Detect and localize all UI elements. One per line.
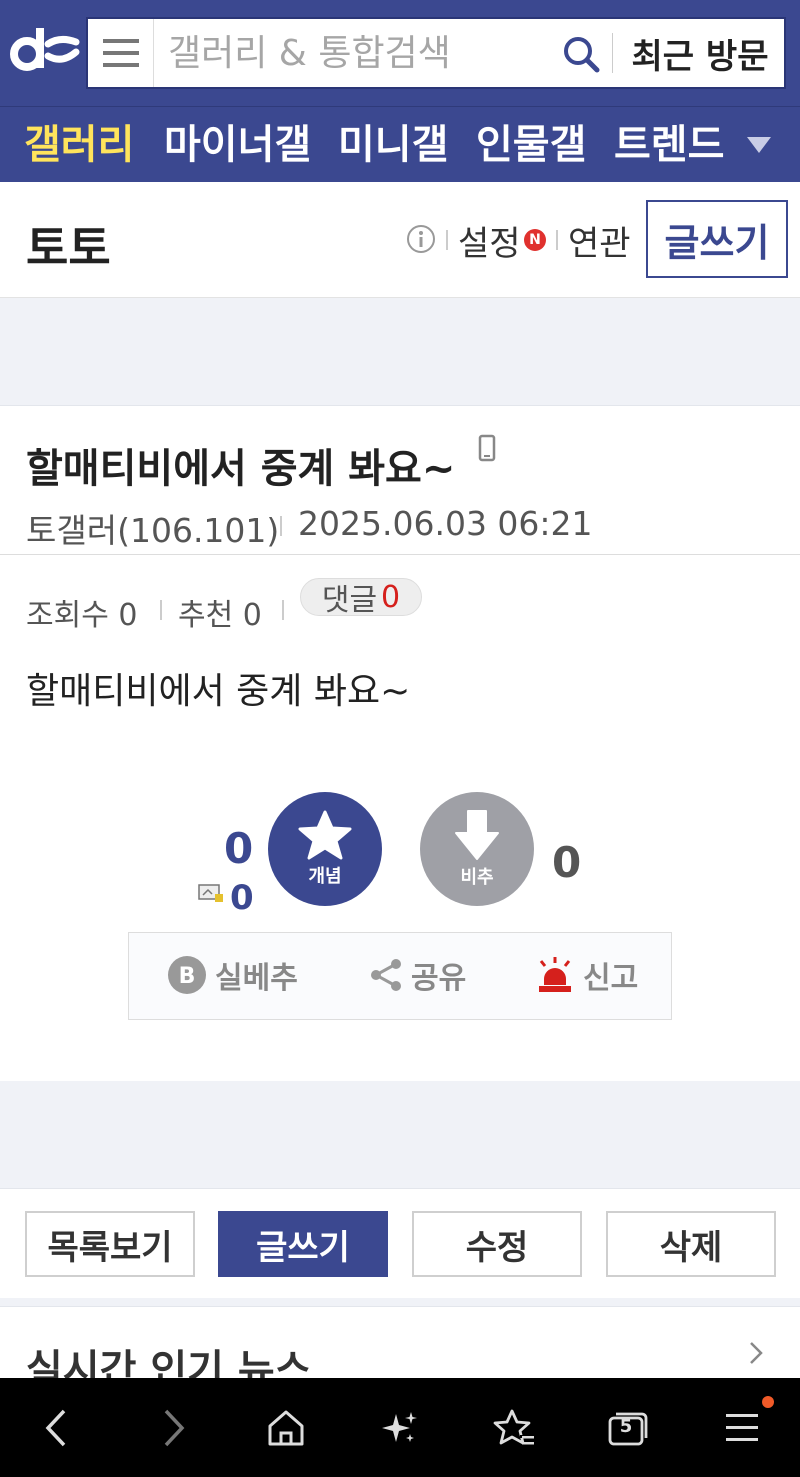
comment-count-button[interactable]: 댓글 0	[300, 578, 422, 618]
ad-spacer	[0, 298, 800, 405]
tabs-button[interactable]: 5	[600, 1404, 656, 1452]
ai-assistant-button[interactable]	[372, 1404, 428, 1452]
star-list-icon	[493, 1409, 534, 1445]
bookmarks-button[interactable]	[486, 1404, 542, 1452]
notification-dot	[762, 1396, 774, 1408]
divider	[446, 230, 448, 250]
browser-toolbar: 5	[0, 1378, 800, 1477]
post-actions: B 실베추 공유 신고	[128, 932, 672, 1020]
write-post-button[interactable]: 글쓰기	[646, 200, 788, 278]
nav-item-person-gallery[interactable]: 인물갤	[476, 117, 586, 173]
ad-spacer	[0, 1081, 800, 1188]
nav-item-gallery[interactable]: 갤러리	[24, 117, 134, 173]
fixed-nick-icon	[198, 883, 224, 907]
divider	[160, 600, 162, 620]
recommend-count: 추천 0	[178, 598, 262, 633]
star-icon	[298, 810, 352, 860]
home-button[interactable]	[258, 1404, 314, 1452]
divider	[282, 600, 284, 620]
share-button[interactable]: 공유	[369, 955, 467, 996]
hamburger-icon	[102, 39, 139, 67]
forward-button[interactable]	[146, 1404, 202, 1452]
report-label: 신고	[583, 961, 639, 996]
sparkle-icon	[382, 1412, 417, 1442]
post-title: 할매티비에서 중계 봐요~	[26, 446, 456, 492]
live-news-title: 실시간 인기 뉴스	[26, 1347, 312, 1378]
siren-icon	[535, 955, 575, 995]
post-view: 할매티비에서 중계 봐요~ 토갤러(106.101) 2025.06.03 06…	[0, 405, 800, 1081]
section-spacer	[0, 1298, 800, 1306]
nav-item-minor-gallery[interactable]: 마이너갤	[164, 117, 311, 173]
back-button[interactable]	[28, 1404, 84, 1452]
top-header: 최근 방문	[0, 0, 800, 106]
comment-label: 댓글	[321, 583, 378, 618]
comment-count: 0	[381, 579, 401, 615]
hamburger-icon	[726, 1414, 758, 1441]
downvote-count: 0	[552, 838, 582, 887]
chevron-right-icon[interactable]	[748, 1341, 764, 1369]
view-count: 조회수 0	[26, 598, 138, 633]
new-badge: N	[524, 229, 546, 251]
live-news-section[interactable]: 실시간 인기 뉴스	[0, 1306, 800, 1378]
upvote-button[interactable]: 개념	[268, 792, 382, 906]
best-recommend-button[interactable]: B 실베추	[167, 955, 298, 996]
nav-item-mini-gallery[interactable]: 미니갤	[338, 117, 448, 173]
b-circle-icon: B	[167, 955, 207, 995]
divider	[0, 554, 800, 555]
arrow-down-icon	[455, 810, 499, 860]
divider	[556, 230, 558, 250]
svg-text:B: B	[179, 964, 196, 989]
report-button[interactable]: 신고	[535, 955, 639, 996]
home-icon	[268, 1410, 304, 1446]
nav-more-button[interactable]	[744, 125, 774, 165]
post-author[interactable]: 토갤러(106.101)	[26, 504, 279, 552]
search-input[interactable]	[168, 19, 548, 87]
search-box: 최근 방문	[86, 17, 786, 89]
mobile-icon	[478, 434, 496, 466]
search-icon	[564, 37, 600, 73]
recent-visits-button[interactable]: 최근 방문	[614, 19, 786, 87]
divider	[280, 516, 282, 536]
edit-button[interactable]: 수정	[412, 1211, 582, 1277]
gallery-settings-link[interactable]: 설정	[458, 216, 521, 265]
divider	[612, 33, 613, 73]
post-bottom-actions: 목록보기 글쓰기 수정 삭제	[0, 1188, 800, 1298]
downvote-label: 비추	[460, 867, 494, 888]
post-body: 할매티비에서 중계 봐요~	[26, 671, 411, 712]
main-nav: 갤러리 마이너갤 미니갤 인물갤 트렌드	[0, 106, 800, 182]
browser-menu-button[interactable]	[714, 1404, 770, 1452]
chevron-right-icon	[164, 1409, 185, 1447]
upvote-count: 0	[224, 824, 254, 873]
gallery-header: 토토 설정 N 연관 글쓰기	[0, 182, 800, 298]
share-icon	[369, 957, 403, 993]
list-view-button[interactable]: 목록보기	[25, 1211, 195, 1277]
menu-button[interactable]	[88, 19, 154, 87]
nav-item-trend[interactable]: 트렌드	[614, 117, 724, 173]
upvote-label: 개념	[308, 866, 342, 887]
delete-button[interactable]: 삭제	[606, 1211, 776, 1277]
dc-logo[interactable]	[10, 22, 82, 78]
gallery-title[interactable]: 토토	[26, 212, 111, 278]
write-button[interactable]: 글쓰기	[218, 1211, 388, 1277]
info-icon[interactable]	[406, 224, 436, 258]
best-recommend-label: 실베추	[215, 961, 298, 996]
share-label: 공유	[411, 961, 467, 996]
downvote-button[interactable]: 비추	[420, 792, 534, 906]
search-button[interactable]	[556, 29, 606, 79]
fixed-upvote-count: 0	[230, 878, 254, 918]
chevron-left-icon	[45, 1409, 66, 1447]
triangle-down-icon	[747, 137, 771, 153]
tab-count: 5	[619, 1416, 633, 1437]
post-date: 2025.06.03 06:21	[298, 504, 593, 543]
related-galleries-link[interactable]: 연관	[568, 216, 631, 265]
